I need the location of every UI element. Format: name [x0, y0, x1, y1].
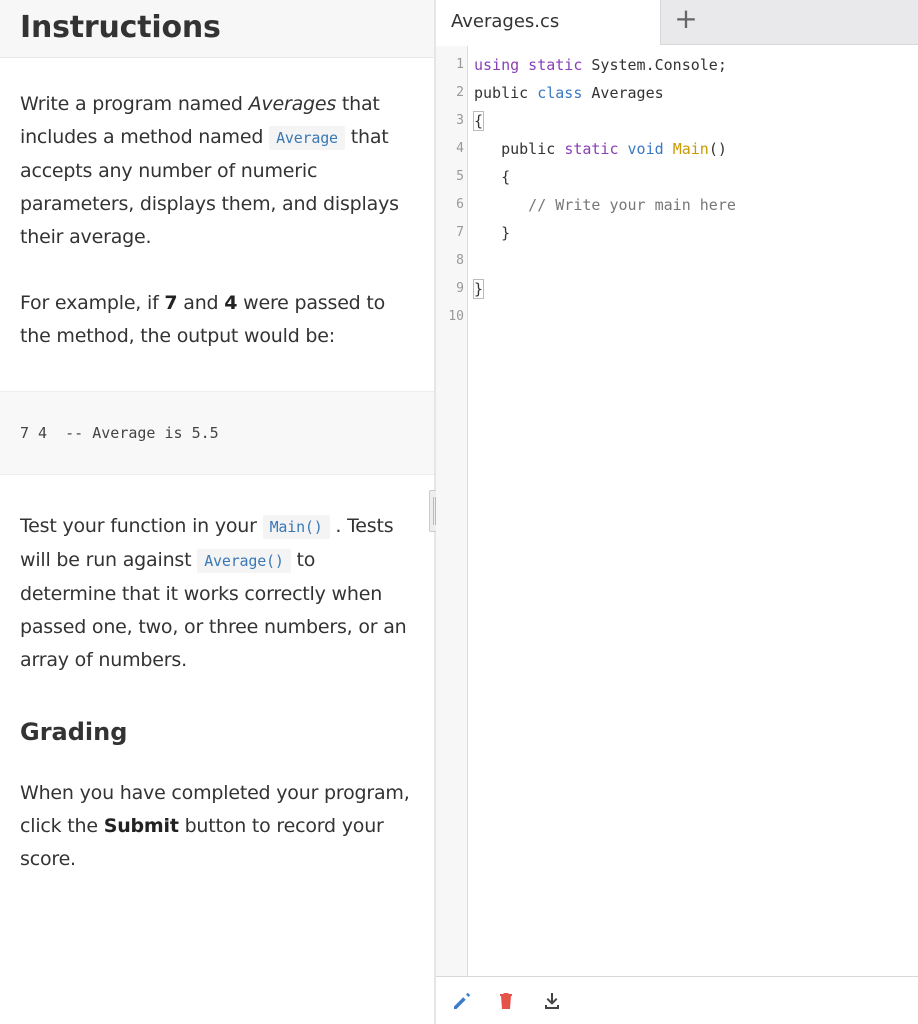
line-number: 1 — [456, 57, 464, 72]
code-line[interactable]: 3{ — [436, 107, 918, 135]
code-line[interactable]: 1 using static System.Console; — [436, 51, 918, 79]
code-editor[interactable]: 1 using static System.Console; 2 public cla… — [436, 46, 918, 976]
code-text: // Write your main here — [474, 191, 736, 219]
grading-heading: Grading — [20, 718, 128, 746]
code-line[interactable]: 4 public static void Main() — [436, 135, 918, 163]
editor-toolbar — [436, 976, 918, 1024]
inline-code-average: Average — [269, 126, 345, 150]
line-number: 3 — [456, 113, 464, 128]
program-name: Averages — [248, 93, 337, 115]
line-number: 9 — [456, 281, 464, 296]
code-token: { — [474, 168, 511, 186]
instructions-title: Instructions — [20, 10, 221, 45]
file-tab-averages[interactable]: Averages.cs — [436, 0, 661, 45]
code-token: using static — [474, 56, 583, 74]
code-token: () — [708, 140, 727, 158]
editor-panel: Averages.cs + 1 using static System.Conso… — [436, 0, 918, 1024]
code-line[interactable]: 9} — [436, 275, 918, 303]
inline-code-main: Main() — [262, 515, 330, 539]
code-text: } — [472, 275, 485, 303]
editor-tab-bar: Averages.cs + — [436, 0, 918, 45]
instructions-paragraph-3: Test your function in your Main() . Test… — [20, 475, 414, 677]
line-number: 10 — [448, 309, 464, 324]
instructions-header: Instructions — [0, 0, 434, 58]
code-line[interactable]: 7 } — [436, 219, 918, 247]
code-token: { — [472, 111, 485, 131]
text: and — [177, 292, 225, 314]
code-line[interactable]: 5 { — [436, 163, 918, 191]
grading-paragraph: When you have completed your program, cl… — [20, 752, 414, 876]
pencil-icon — [454, 993, 470, 1009]
code-token: System.Console; — [582, 56, 727, 74]
code-text: } — [474, 219, 510, 247]
instructions-content: Write a program named Averages that incl… — [0, 58, 434, 353]
code-token: class — [537, 84, 583, 102]
code-token: Main — [672, 140, 709, 158]
bold-number: 4 — [224, 292, 238, 314]
line-number: 8 — [456, 253, 464, 268]
trash-icon — [500, 993, 512, 1009]
code-text: { — [474, 163, 510, 191]
instructions-paragraph-2: For example, if 7 and 4 were passed to t… — [20, 254, 414, 353]
code-line[interactable]: 8 — [436, 247, 918, 275]
code-token: // Write your main here — [474, 196, 736, 214]
add-tab-button[interactable]: + — [673, 0, 699, 40]
edit-button[interactable] — [450, 989, 474, 1013]
code-token: public — [474, 84, 538, 102]
code-token: static — [564, 140, 619, 158]
code-text: public static void Main() — [474, 135, 727, 163]
code-line[interactable]: 2 public class Averages — [436, 79, 918, 107]
text: Write a program named — [20, 93, 249, 115]
text: Test your function in your — [20, 515, 263, 537]
code-text: using static System.Console; — [474, 51, 727, 79]
code-text: { — [472, 107, 485, 135]
code-token: Averages — [582, 84, 664, 102]
download-button[interactable] — [540, 989, 564, 1013]
text: For example, if — [20, 292, 165, 314]
bold-submit: Submit — [103, 815, 179, 837]
line-number: 5 — [456, 169, 464, 184]
code-line[interactable]: 10 — [436, 303, 918, 331]
line-number: 4 — [456, 141, 464, 156]
instructions-paragraph-1: Write a program named Averages that incl… — [20, 58, 414, 254]
instructions-content-2: Test your function in your Main() . Test… — [0, 475, 434, 876]
line-number: 2 — [456, 85, 464, 100]
code-token: void — [627, 140, 664, 158]
code-token: } — [474, 224, 511, 242]
line-number: 6 — [456, 197, 464, 212]
inline-code-average-call: Average() — [197, 549, 291, 573]
bold-number: 7 — [164, 292, 178, 314]
code-token: public — [474, 140, 565, 158]
delete-button[interactable] — [494, 989, 518, 1013]
code-line[interactable]: 6 // Write your main here — [436, 191, 918, 219]
code-token: } — [472, 279, 485, 299]
line-number: 7 — [456, 225, 464, 240]
instructions-panel: Instructions Write a program named Avera… — [0, 0, 434, 1024]
code-text: public class Averages — [474, 79, 664, 107]
download-icon — [545, 993, 559, 1009]
example-output-block: 7 4 -- Average is 5.5 — [0, 391, 434, 475]
